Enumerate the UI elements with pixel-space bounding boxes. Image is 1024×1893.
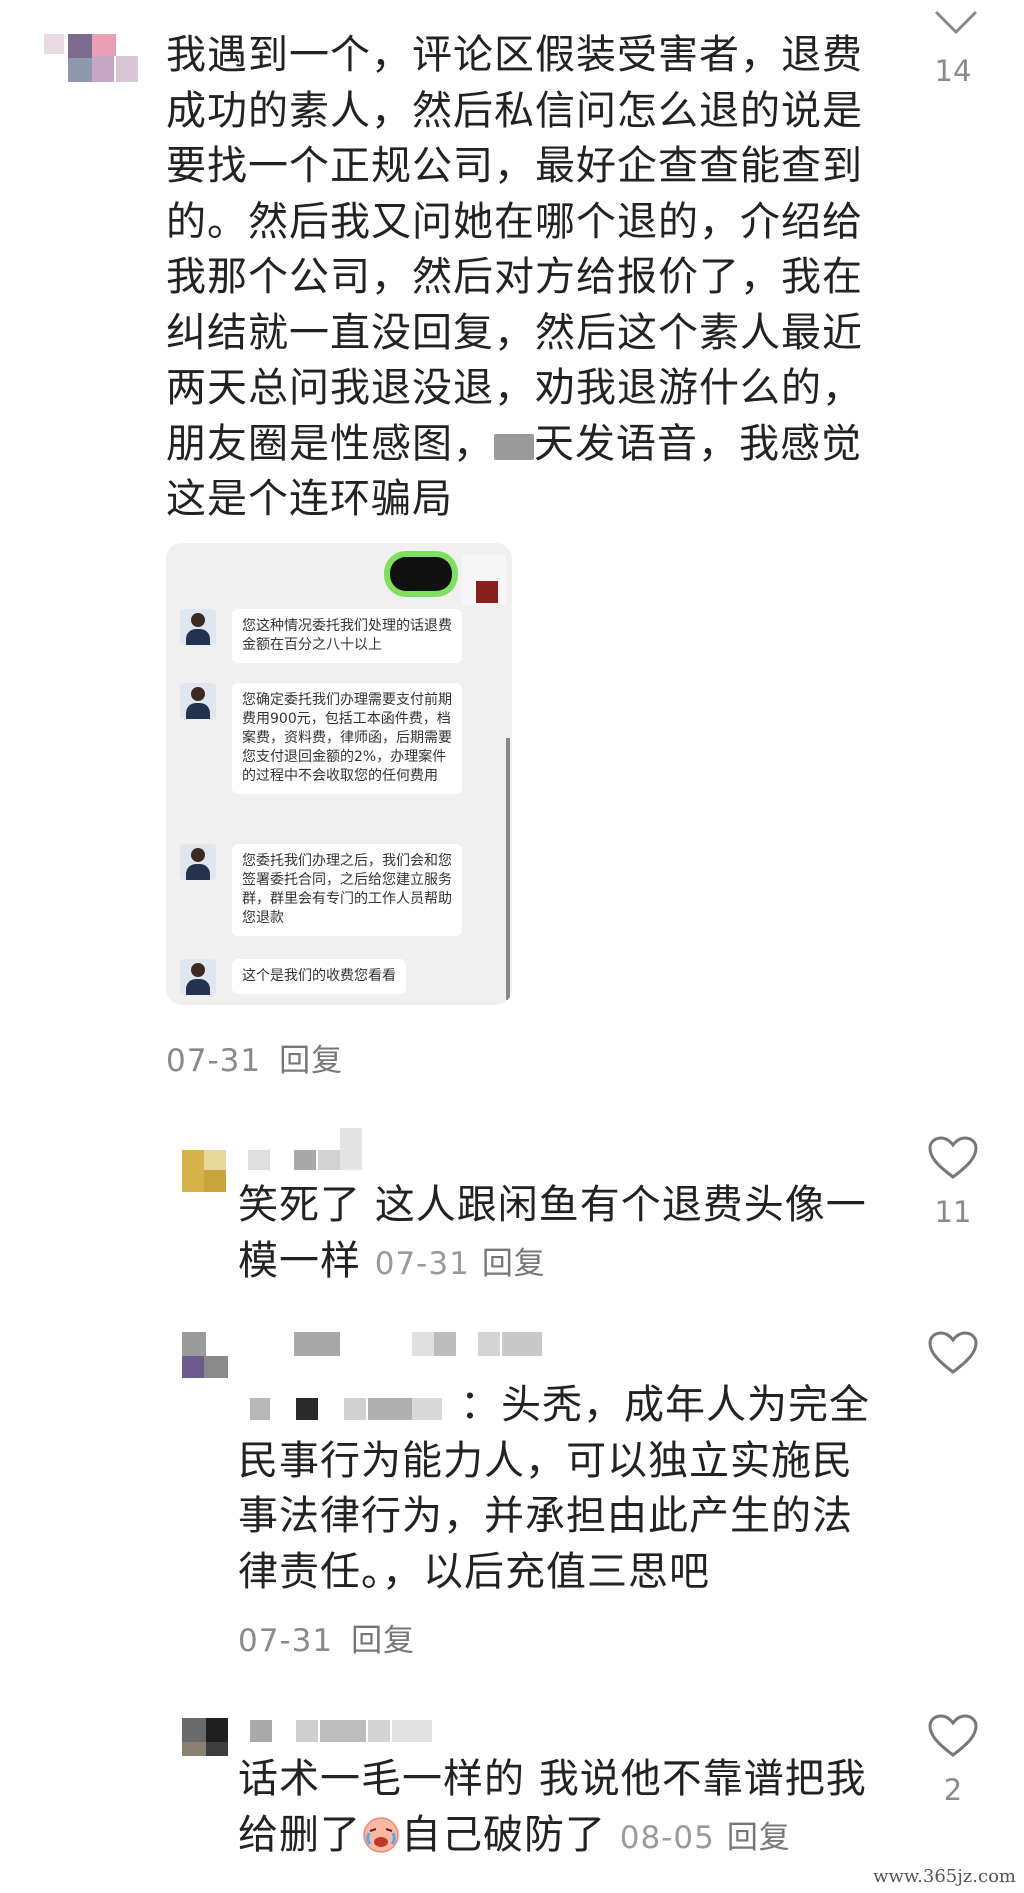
reply-fragment: 给删了	[238, 1811, 361, 1858]
agent-avatar	[180, 683, 216, 719]
chat-message: 您确定委托我们办理需要支付前期费用900元，包括工本函件费，档案费，资料费，律师…	[180, 683, 462, 794]
comment-line: 这是个连环骗局	[166, 476, 453, 522]
like-button[interactable]: 2	[918, 1713, 988, 1807]
like-button[interactable]	[918, 1330, 988, 1376]
chat-bubble: 这个是我们的收费您看看	[232, 959, 406, 994]
reply-line: 民事行为能力人，可以独立实施民	[238, 1437, 853, 1484]
chat-bubble: 您确定委托我们办理需要支付前期费用900元，包括工本函件费，档案费，资料费，律师…	[232, 683, 462, 794]
avatar[interactable]	[182, 1150, 226, 1192]
chat-bubble: 您这种情况委托我们处理的话退费金额在百分之八十以上	[232, 609, 462, 663]
like-button[interactable]: 11	[918, 1135, 988, 1229]
like-count: 2	[943, 1773, 963, 1807]
reply-date: 07-31	[374, 1245, 470, 1282]
heart-outline-icon	[928, 1714, 978, 1757]
redaction-blur	[494, 433, 534, 460]
avatar[interactable]	[182, 1332, 228, 1378]
reply-button[interactable]: 回复	[727, 1820, 791, 1856]
redacted-username	[250, 1720, 440, 1744]
agent-avatar	[180, 844, 216, 880]
comment-line: 朋友圈是性感图， 天发语音，我感觉	[166, 417, 886, 473]
comment-fragment: 朋友圈是性感图，	[166, 420, 494, 467]
comment-line: 纠结就一直没回复，然后这个素人最近	[166, 309, 863, 356]
reply-line: 话术一毛一样的 我说他不靠谱把我	[238, 1756, 867, 1802]
chat-message: 这个是我们的收费您看看	[180, 959, 406, 995]
reply-line: 模一样 07-31 回复	[238, 1234, 878, 1293]
redacted-username	[248, 1128, 364, 1176]
avatar	[476, 581, 498, 603]
reply-button[interactable]: 回复	[351, 1623, 415, 1659]
comment-date: 07-31	[166, 1043, 262, 1079]
like-count: 14	[934, 54, 972, 88]
reply-date: 08-05	[619, 1819, 715, 1856]
comment-fragment: 天发语音，我感觉	[534, 420, 862, 467]
reply-line: 事法律行为，并承担由此产生的法	[238, 1493, 853, 1539]
reply-fragment: 自己破防了	[401, 1811, 606, 1858]
chat-bubble: 您委托我们办理之后，我们会和您签署委托合同，之后给您建立服务群，群里会有专门的工…	[232, 844, 462, 936]
comment-meta: 07-31 回复	[166, 1035, 343, 1080]
reply-fragment: 模一样	[238, 1237, 361, 1284]
comment-line: 我遇到一个，评论区假装受害者，退费	[166, 32, 863, 78]
scroll-indicator	[506, 738, 510, 1000]
reply-text: 话术一毛一样的 我说他不靠谱把我 给删了 自己破防了 08-05 回复	[238, 1752, 878, 1866]
reply-button[interactable]: 回复	[279, 1043, 343, 1079]
comment-line: 的。然后我又问她在哪个退的，介绍给	[166, 198, 863, 245]
redacted-name	[390, 557, 452, 591]
agent-avatar	[180, 609, 216, 645]
reply-text: 笑死了 这人跟闲鱼有个退费头像一 模一样 07-31 回复	[238, 1178, 878, 1292]
redacted-username	[294, 1332, 550, 1372]
comment-line: 要找一个正规公司，最好企查查能查到	[166, 143, 863, 189]
chat-message: 您委托我们办理之后，我们会和您签署委托合同，之后给您建立服务群，群里会有专门的工…	[180, 844, 462, 936]
avatar[interactable]	[44, 34, 139, 82]
avatar[interactable]	[182, 1718, 228, 1758]
reply-line: ：头秃，成年人为完全	[460, 1382, 870, 1428]
reply-date: 07-31	[238, 1623, 334, 1659]
heart-outline-icon	[928, 1136, 978, 1179]
heart-outline-icon	[928, 1331, 978, 1374]
comment-line: 两天总问我退没退，劝我退游什么的，	[166, 365, 863, 411]
reply-line: 给删了 自己破防了 08-05 回复	[238, 1808, 878, 1867]
reply-meta: 07-31 回复	[238, 1615, 415, 1660]
like-count: 11	[934, 1195, 972, 1229]
chat-screenshot-image[interactable]: 您这种情况委托我们处理的话退费金额在百分之八十以上 您确定委托我们办理需要支付前…	[166, 543, 512, 1005]
comment-line: 我那个公司，然后对方给报价了，我在	[166, 254, 863, 300]
chat-message: 您这种情况委托我们处理的话退费金额在百分之八十以上	[180, 609, 462, 663]
comment-line: 成功的素人，然后私信问怎么退的说是	[166, 87, 863, 134]
crying-laughing-emoji-icon	[363, 1816, 399, 1853]
watermark: www.365jz.com	[873, 1866, 1016, 1887]
reply-button[interactable]: 回复	[482, 1246, 546, 1282]
reply-line: 律责任。，以后充值三思吧	[238, 1548, 710, 1595]
reply-line: 笑死了 这人跟闲鱼有个退费头像一	[238, 1182, 867, 1228]
like-button[interactable]: 14	[918, 30, 988, 88]
agent-avatar	[180, 959, 216, 995]
comment-text: 我遇到一个，评论区假装受害者，退费 成功的素人，然后私信问怎么退的说是 要找一个…	[166, 28, 886, 528]
reply-text: ：头秃，成年人为完全 民事行为能力人，可以独立实施民 事法律行为，并承担由此产生…	[238, 1378, 878, 1600]
